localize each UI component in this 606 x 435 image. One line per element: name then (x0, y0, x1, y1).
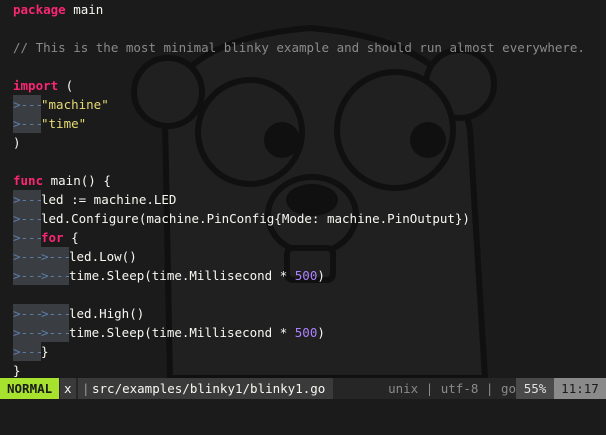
code-token: ) (317, 325, 325, 340)
code-token: } (41, 344, 49, 359)
code-line: ) (13, 133, 21, 152)
tab-marker: >--- (13, 95, 44, 114)
code-token: import (13, 78, 59, 93)
tab-marker: >--- (41, 247, 72, 266)
code-token: ( (58, 78, 74, 93)
tab-marker: >--- (13, 228, 44, 247)
cursor-position: 11:17 (554, 378, 606, 399)
tab-marker: >--- (13, 342, 44, 361)
code-token: main() { (43, 173, 111, 188)
code-token: // This is the most minimal blinky examp… (13, 40, 585, 55)
tab-marker: >--- (13, 247, 44, 266)
code-token: main (65, 2, 104, 17)
code-token: led.Low() (69, 249, 137, 264)
code-token: ) (13, 135, 21, 150)
file-info: unix | utf-8 | go (388, 381, 516, 396)
code-token: package (13, 2, 66, 17)
code-token: func (13, 173, 44, 188)
code-line: >--->---led.High() (13, 304, 144, 323)
code-line: package main (13, 0, 103, 19)
command-line[interactable] (0, 399, 606, 435)
code-token: 500 (294, 325, 318, 340)
code-token: "machine" (41, 97, 109, 112)
code-token: ) (317, 268, 325, 283)
code-token: time.Sleep(time.Millisecond * (69, 325, 295, 340)
editor-buffer[interactable]: package main // This is the most minimal … (0, 0, 606, 378)
tab-marker: >--- (41, 266, 72, 285)
code-line: >---"machine" (13, 95, 109, 114)
code-token: led.High() (69, 306, 145, 321)
code-token: { (63, 230, 79, 245)
code-line: // This is the most minimal blinky examp… (13, 38, 585, 57)
tab-marker: >--- (13, 209, 44, 228)
mode-indicator: NORMAL (0, 378, 60, 399)
code-line: >---"time" (13, 114, 86, 133)
code-token: led.Configure(machine.PinConfig{Mode: ma… (41, 211, 470, 226)
tab-marker: >--- (41, 304, 72, 323)
tab-marker: >--- (13, 304, 44, 323)
code-token: 500 (294, 268, 318, 283)
tab-marker: >--- (13, 190, 44, 209)
tab-marker: >--- (13, 323, 44, 342)
code-line: >--->---time.Sleep(time.Millisecond * 50… (13, 323, 325, 342)
code-line: >--->---led.Low() (13, 247, 137, 266)
code-line: >---led.Configure(machine.PinConfig{Mode… (13, 209, 470, 228)
code-line: } (13, 361, 21, 378)
file-path: src/examples/blinky1/blinky1.go (90, 378, 334, 399)
code-line: >---for { (13, 228, 79, 247)
tab-marker: >--- (41, 323, 72, 342)
code-token: led := machine.LED (41, 192, 177, 207)
modified-flag: x (60, 378, 76, 399)
code-token: } (13, 363, 21, 378)
tab-marker: >--- (13, 114, 44, 133)
code-token: time.Sleep(time.Millisecond * (69, 268, 295, 283)
code-token: "time" (41, 116, 87, 131)
code-line: >--->---time.Sleep(time.Millisecond * 50… (13, 266, 325, 285)
code-line: >---led := machine.LED (13, 190, 176, 209)
scroll-percent: 55% (516, 378, 554, 399)
code-line: func main() { (13, 171, 111, 190)
tab-marker: >--- (13, 266, 44, 285)
code-line: >---} (13, 342, 49, 361)
code-line: import ( (13, 76, 73, 95)
code-token: for (41, 230, 64, 245)
status-line: NORMAL x | src/examples/blinky1/blinky1.… (0, 378, 606, 399)
